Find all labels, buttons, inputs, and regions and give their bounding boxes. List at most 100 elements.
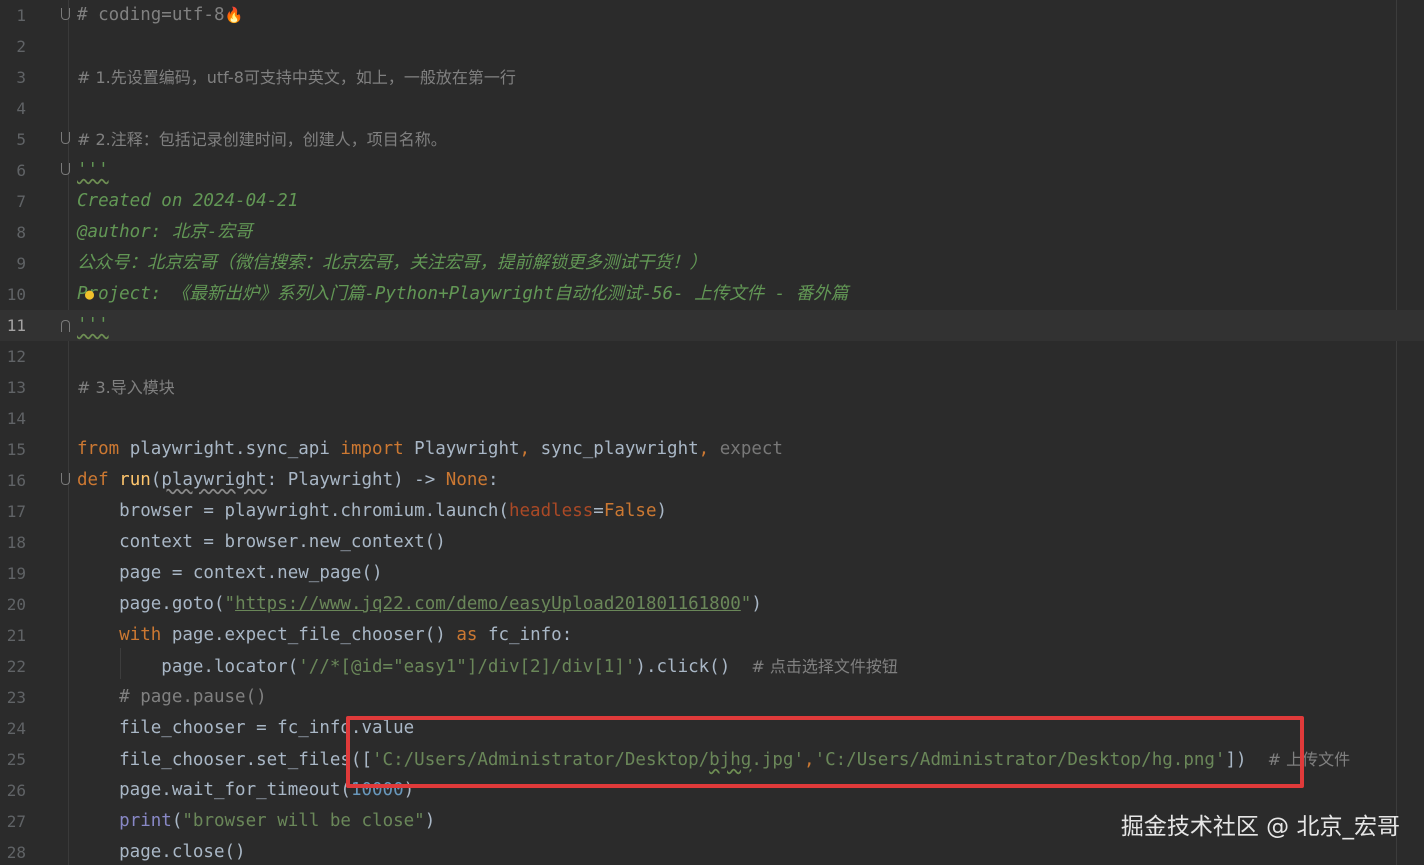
code-line-9[interactable]: 9 公众号：北京宏哥（微信搜索：北京宏哥，关注宏哥，提前解锁更多测试干货！） (0, 248, 1424, 279)
docstring-text: 北京-宏哥 (161, 222, 253, 242)
line-number: 20 (6, 595, 26, 614)
fold-icon[interactable] (61, 163, 70, 175)
line-number: 25 (6, 750, 26, 769)
line-number: 18 (6, 533, 26, 552)
keyword: as (456, 625, 478, 645)
string-literal: "browser will be close" (182, 811, 425, 831)
punct: , (698, 439, 710, 459)
line-number: 23 (6, 688, 26, 707)
code-text: context = browser.new_context() (77, 532, 446, 552)
code-line-16[interactable]: 16 def run(playwright: Playwright) -> No… (0, 465, 1424, 496)
line-number: 12 (6, 347, 26, 366)
docstring-text: 公众号：北京宏哥（微信搜索：北京宏哥，关注宏哥，提前解锁更多测试干货！） (77, 253, 707, 273)
code-text: page.close() (77, 842, 246, 862)
line-number: 11 (6, 316, 26, 335)
code-text: ).click() (635, 657, 752, 677)
docstring-quote: ''' (77, 315, 109, 335)
line-number: 3 (16, 68, 26, 87)
code-text: file_chooser.set_files([ (77, 750, 373, 770)
fold-end-icon[interactable] (61, 320, 70, 332)
line-number: 27 (6, 812, 26, 831)
line-number: 10 (6, 285, 26, 304)
code-text: ( (150, 470, 162, 490)
code-line-1[interactable]: 1 # coding=utf-8🔥 (0, 0, 1424, 31)
code-text: browser = playwright.chromium.launch( (77, 501, 509, 521)
line-number: 17 (6, 502, 26, 521)
fold-icon[interactable] (61, 132, 70, 144)
code-text: ( (171, 811, 183, 831)
line-number: 2 (16, 37, 26, 56)
code-line-21[interactable]: 21 with page.expect_file_chooser() as fc… (0, 620, 1424, 651)
code-text: page.locator( (77, 657, 299, 677)
code-line-19[interactable]: 19 page = context.new_page() (0, 558, 1424, 589)
code-text: page = context.new_page() (77, 563, 383, 583)
string-quote: " (740, 594, 752, 614)
indent-guide (120, 648, 121, 679)
code-line-20[interactable]: 20 page.goto("https://www.jq22.com/demo/… (0, 589, 1424, 620)
code-text: page.expect_file_chooser() (161, 625, 457, 645)
line-number: 7 (16, 192, 26, 211)
code-line-6[interactable]: 6 ''' (0, 155, 1424, 186)
code-line-17[interactable]: 17 browser = playwright.chromium.launch(… (0, 496, 1424, 527)
keyword: from (77, 439, 120, 459)
watermark: 掘金技术社区 @ 北京_宏哥 (1120, 814, 1400, 840)
code-line-10[interactable]: 10 Project: 《最新出炉》系列入门篇-Python+Playwrigh… (0, 279, 1424, 310)
code-line-18[interactable]: 18 context = browser.new_context() (0, 527, 1424, 558)
code-line-11[interactable]: 11 ''' (0, 310, 1424, 341)
line-number: 24 (6, 719, 26, 738)
line-number: 22 (6, 657, 26, 676)
code-line-8[interactable]: 8 @author: 北京-宏哥 (0, 217, 1424, 248)
code-line-4[interactable]: 4 (0, 93, 1424, 124)
keyword: False (603, 501, 657, 521)
code-text: : Playwright) -> (266, 470, 446, 490)
code-line-23[interactable]: 23 # page.pause() (0, 682, 1424, 713)
fold-icon[interactable] (61, 473, 70, 485)
line-number: 6 (16, 161, 26, 180)
keyword: def (77, 470, 109, 490)
line-number: 8 (16, 223, 26, 242)
line-number: 16 (6, 471, 26, 490)
code-text: sync_playwright (530, 439, 699, 459)
string-quote: " (224, 594, 236, 614)
fire-icon: 🔥 (224, 6, 244, 24)
code-line-12[interactable]: 12 (0, 341, 1424, 372)
line-number: 9 (16, 254, 26, 273)
code-text: ) (751, 594, 762, 614)
line-number: 1 (16, 6, 26, 25)
code-comment: # 3.导入模块 (77, 378, 175, 397)
code-line-22[interactable]: 22 page.locator('//*[@id="easy1"]/div[2]… (0, 651, 1424, 682)
keyword: None (445, 470, 488, 490)
code-text: ) (656, 501, 668, 521)
code-line-13[interactable]: 13 # 3.导入模块 (0, 372, 1424, 403)
unused-import: expect (709, 439, 783, 459)
annotation-highlight-box (346, 716, 1304, 788)
string-literal: '//*[@id="easy1"]/div[2]/div[1]' (298, 657, 636, 677)
code-text: playwright.sync_api (119, 439, 341, 459)
code-text: page.goto( (77, 594, 225, 614)
line-number: 14 (6, 409, 26, 428)
code-text: : (487, 470, 499, 490)
punct: , (519, 439, 531, 459)
fold-icon[interactable] (61, 8, 70, 20)
code-text: # coding=utf-8 (77, 5, 225, 25)
url-link[interactable]: https://www.jq22.com/demo/easyUpload2018… (235, 594, 741, 614)
keyword: with (119, 625, 162, 645)
kwarg: headless (508, 501, 594, 521)
parameter-name: playwright (161, 470, 267, 490)
code-editor[interactable]: 1 # coding=utf-8🔥 2 3 # 1.先设置编码，utf-8可支持… (0, 0, 1424, 865)
code-line-15[interactable]: 15 from playwright.sync_api import Playw… (0, 434, 1424, 465)
line-number: 19 (6, 564, 26, 583)
code-line-14[interactable]: 14 (0, 403, 1424, 434)
lightbulb-icon[interactable]: ● (85, 279, 94, 310)
code-line-5[interactable]: 5 # 2.注释：包括记录创建时间，创建人，项目名称。 (0, 124, 1424, 155)
line-number: 21 (6, 626, 26, 645)
code-line-7[interactable]: 7 Created on 2024-04-21 (0, 186, 1424, 217)
code-line-2[interactable]: 2 (0, 31, 1424, 62)
code-line-3[interactable]: 3 # 1.先设置编码，utf-8可支持中英文，如上，一般放在第一行 (0, 62, 1424, 93)
line-number: 5 (16, 130, 26, 149)
line-number: 26 (6, 781, 26, 800)
builtin: print (119, 811, 172, 831)
